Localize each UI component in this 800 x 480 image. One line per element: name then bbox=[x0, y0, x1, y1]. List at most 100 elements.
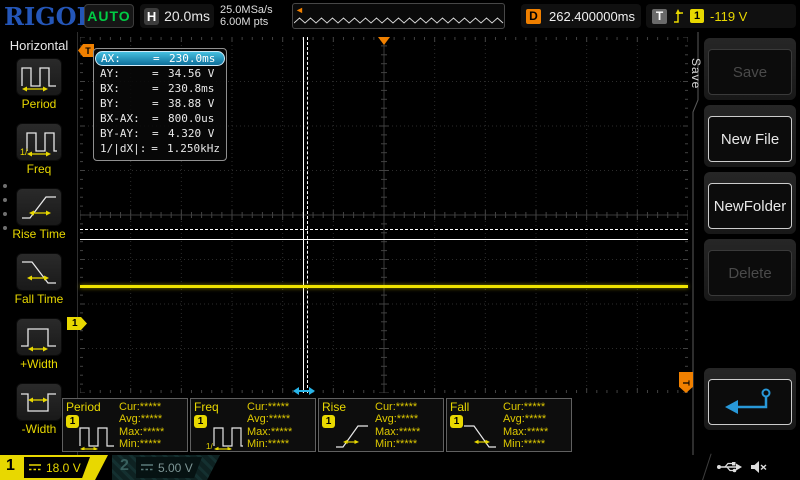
stat-avg: Avg:***** bbox=[119, 413, 164, 425]
equals-sign: = bbox=[152, 81, 168, 96]
menu-item-fall-time[interactable]: Fall Time bbox=[0, 253, 78, 315]
cursor-value: 800.0us bbox=[168, 111, 220, 126]
channel-scale: 18.0 V bbox=[46, 461, 81, 475]
cursor-row-inv-dx: 1/|dX|: = 1.250kHz bbox=[95, 141, 225, 156]
measurement-strip: Period 1 Cur:***** Avg:***** Max:***** M… bbox=[62, 398, 572, 452]
horizontal-timebase-readout: H 20.0ms bbox=[140, 4, 214, 28]
equals-sign: = bbox=[152, 96, 168, 111]
stat-cur: Cur:***** bbox=[119, 401, 164, 413]
menu-item-label: Period bbox=[0, 97, 78, 111]
measurement-stats: Cur:***** Avg:***** Max:***** Min:***** bbox=[375, 401, 420, 451]
cursor-value: 230.0ms bbox=[169, 52, 219, 65]
stat-max: Max:***** bbox=[247, 426, 292, 438]
cursor-row-bx: BX: = 230.8ms bbox=[95, 81, 225, 96]
cursor-ay-line[interactable] bbox=[80, 239, 688, 240]
cursor-value: 38.88 V bbox=[168, 96, 220, 111]
trigger-status-readout: T 1 -119 V bbox=[646, 4, 796, 28]
rising-edge-icon bbox=[673, 9, 684, 24]
dc-coupling-icon bbox=[141, 463, 153, 472]
acquisition-readout: 25.0MSa/s 6.00M pts bbox=[220, 4, 273, 28]
measurement-name: Period bbox=[66, 400, 101, 414]
preview-waveform bbox=[294, 6, 504, 28]
new-file-button-label: New File bbox=[708, 116, 792, 162]
measurement-box-rise: Rise 1 Cur:***** Avg:***** Max:***** Min… bbox=[318, 398, 444, 452]
memory-waveform-preview: ◄ bbox=[292, 3, 505, 29]
rigol-logo: RIGOL bbox=[4, 2, 93, 31]
stat-avg: Avg:***** bbox=[247, 413, 292, 425]
timebase-value: 20.0ms bbox=[164, 8, 210, 24]
save-button[interactable]: Save bbox=[704, 38, 796, 100]
fall-time-icon bbox=[16, 253, 62, 291]
equals-sign: = bbox=[153, 52, 169, 65]
equals-sign: = bbox=[152, 111, 168, 126]
return-arrow-icon bbox=[708, 379, 792, 425]
save-menu: Save Save New File NewFolder Delete bbox=[690, 32, 800, 455]
cursor-value: 4.320 V bbox=[168, 126, 220, 141]
trigger-level-value: -119 V bbox=[710, 9, 747, 24]
equals-sign: = bbox=[152, 126, 168, 141]
delay-icon: D bbox=[526, 9, 541, 24]
stat-avg: Avg:***** bbox=[503, 413, 548, 425]
memory-depth: 6.00M pts bbox=[220, 16, 273, 28]
channel-number: 2 bbox=[120, 457, 129, 475]
stat-cur: Cur:***** bbox=[375, 401, 420, 413]
delete-button[interactable]: Delete bbox=[704, 239, 796, 301]
stat-min: Min:***** bbox=[247, 438, 292, 450]
cursor-row-ay: AY: = 34.56 V bbox=[95, 66, 225, 81]
stat-cur: Cur:***** bbox=[247, 401, 292, 413]
cursor-name: BY-AY: bbox=[100, 126, 152, 141]
cursor-name: BY: bbox=[100, 96, 152, 111]
menu-item-freq[interactable]: 1/ Freq bbox=[0, 123, 78, 185]
cursor-drag-handle[interactable] bbox=[293, 383, 315, 401]
freq-wave-icon: 1/ bbox=[206, 420, 244, 450]
freq-icon: 1/ bbox=[16, 123, 62, 161]
cursor-name: AX: bbox=[101, 52, 153, 65]
cursor-row-bx-ax: BX-AX: = 800.0us bbox=[95, 111, 225, 126]
speaker-muted-icon bbox=[750, 460, 767, 474]
waveform-display: T T 1 AX: = 230.0ms AY: = 34.56 V BX: = … bbox=[80, 37, 688, 393]
cursor-name: BX-AX: bbox=[100, 111, 152, 126]
measurement-stats: Cur:***** Avg:***** Max:***** Min:***** bbox=[247, 401, 292, 451]
channel2-scale-readout: 5.00 V bbox=[136, 457, 202, 478]
trigger-icon: T bbox=[652, 9, 667, 24]
measurement-box-period: Period 1 Cur:***** Avg:***** Max:***** M… bbox=[62, 398, 188, 452]
cursor-readout-panel: AX: = 230.0ms AY: = 34.56 V BX: = 230.8m… bbox=[93, 48, 227, 161]
menu-item-label: Fall Time bbox=[0, 292, 78, 306]
delay-value: 262.400000ms bbox=[549, 9, 635, 24]
cursor-bx-line[interactable] bbox=[307, 37, 308, 393]
menu-item-label: Freq bbox=[0, 162, 78, 176]
equals-sign: = bbox=[152, 66, 168, 81]
minus-width-icon bbox=[16, 383, 62, 421]
measurement-name: Rise bbox=[322, 400, 346, 414]
measurement-box-freq: Freq 1 1/ Cur:***** Avg:***** Max:***** … bbox=[190, 398, 316, 452]
menu-item-plus-width[interactable]: +Width bbox=[0, 318, 78, 380]
sample-rate: 25.0MSa/s bbox=[220, 4, 273, 16]
channel2-tab[interactable]: 2 5.00 V bbox=[112, 455, 220, 480]
cursor-by-line[interactable] bbox=[80, 229, 688, 230]
menu-item-period[interactable]: Period bbox=[0, 58, 78, 120]
cursor-name: BX: bbox=[100, 81, 152, 96]
cursor-row-by: BY: = 38.88 V bbox=[95, 96, 225, 111]
new-file-button[interactable]: New File bbox=[704, 105, 796, 167]
measurement-box-fall: Fall 1 Cur:***** Avg:***** Max:***** Min… bbox=[446, 398, 572, 452]
stat-min: Min:***** bbox=[375, 438, 420, 450]
plus-width-icon bbox=[16, 318, 62, 356]
h-icon: H bbox=[144, 8, 159, 25]
status-bar-divider bbox=[701, 454, 711, 480]
stat-avg: Avg:***** bbox=[375, 413, 420, 425]
stat-min: Min:***** bbox=[119, 438, 164, 450]
channel1-tab[interactable]: 1 18.0 V bbox=[0, 455, 108, 480]
menu-item-label: +Width bbox=[0, 357, 78, 371]
channel-status-bar: 1 18.0 V 2 5.00 V bbox=[0, 455, 800, 480]
cursor-ax-line[interactable] bbox=[303, 37, 304, 393]
fall-edge-icon bbox=[462, 420, 500, 450]
new-folder-button[interactable]: NewFolder bbox=[704, 172, 796, 234]
measurement-name: Fall bbox=[450, 400, 469, 414]
channel-scale: 5.00 V bbox=[158, 461, 193, 475]
period-icon bbox=[16, 58, 62, 96]
stat-max: Max:***** bbox=[119, 426, 164, 438]
menu-item-label: Rise Time bbox=[0, 227, 78, 241]
new-folder-button-label: NewFolder bbox=[708, 183, 792, 229]
back-button[interactable] bbox=[704, 368, 796, 430]
menu-item-rise-time[interactable]: Rise Time bbox=[0, 188, 78, 250]
